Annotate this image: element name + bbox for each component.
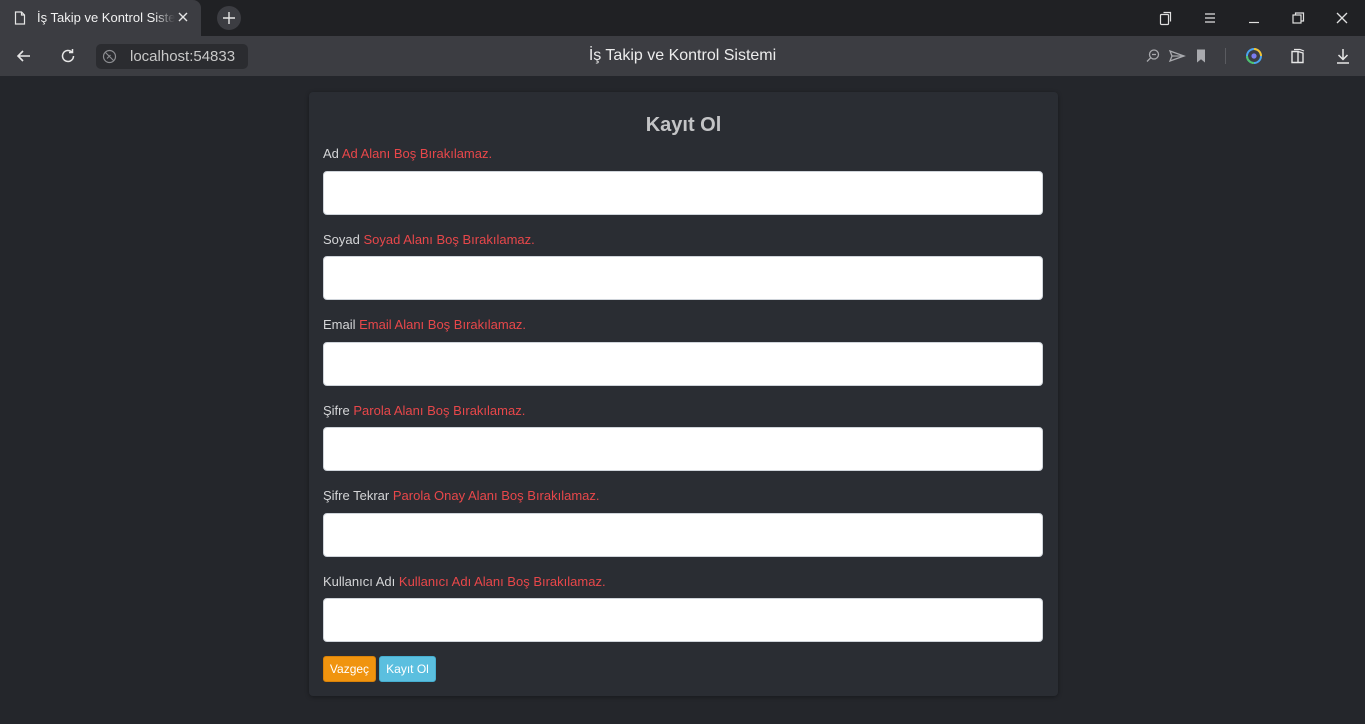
collections-icon[interactable]: [1158, 10, 1174, 26]
label-text: Kullanıcı Adı: [323, 574, 396, 589]
extensions-icon[interactable]: [1288, 46, 1308, 66]
validation-error: Email Alanı Boş Bırakılamaz.: [359, 317, 527, 332]
site-info-icon[interactable]: [102, 49, 117, 64]
field-label-sifre: Şifre Parola Alanı Boş Bırakılamaz.: [323, 403, 525, 418]
register-button[interactable]: Kayıt Ol: [379, 656, 436, 682]
label-text: Email: [323, 317, 356, 332]
field-label-soyad: Soyad Soyad Alanı Boş Bırakılamaz.: [323, 232, 535, 247]
toolbar-separator: [1225, 48, 1226, 64]
new-tab-button[interactable]: [217, 6, 241, 30]
close-window-icon[interactable]: [1334, 10, 1350, 26]
page-icon: [14, 11, 26, 25]
address-bar[interactable]: localhost:54833: [96, 44, 248, 69]
field-label-email: Email Email Alanı Boş Bırakılamaz.: [323, 317, 526, 332]
field-label-ad: Ad Ad Alanı Boş Bırakılamaz.: [323, 146, 492, 161]
password-input[interactable]: [323, 427, 1043, 471]
form-title: Kayıt Ol: [645, 114, 722, 136]
browser-tab[interactable]: İş Takip ve Kontrol Sistemi: [0, 0, 201, 36]
label-text: Soyad: [323, 232, 360, 247]
restore-icon[interactable]: [1290, 10, 1306, 26]
validation-error: Kullanıcı Adı Alanı Boş Bırakılamaz.: [398, 574, 606, 589]
label-text: Şifre: [323, 403, 350, 418]
email-input[interactable]: [323, 342, 1043, 386]
label-text: Ad: [323, 146, 339, 161]
browser-toolbar: localhost:54833 İş Takip ve Kontrol Sist…: [0, 36, 1365, 76]
password-confirm-input[interactable]: [323, 513, 1043, 557]
zoom-icon[interactable]: [1143, 46, 1163, 66]
validation-error: Parola Onay Alanı Boş Bırakılamaz.: [392, 488, 600, 503]
close-icon[interactable]: [176, 10, 190, 24]
download-icon[interactable]: [1333, 46, 1353, 66]
menu-icon[interactable]: [1202, 10, 1218, 26]
field-label-kullanici-adi: Kullanıcı Adı Kullanıcı Adı Alanı Boş Bı…: [323, 574, 606, 589]
ad-input[interactable]: [323, 171, 1043, 215]
tab-title: İş Takip ve Kontrol Sistemi: [37, 10, 175, 25]
validation-error: Ad Alanı Boş Bırakılamaz.: [341, 146, 493, 161]
reload-icon[interactable]: [58, 46, 78, 66]
send-icon[interactable]: [1167, 46, 1187, 66]
field-label-sifre-tekrar: Şifre Tekrar Parola Onay Alanı Boş Bırak…: [323, 488, 600, 503]
bookmark-icon[interactable]: [1191, 46, 1211, 66]
tab-strip: İş Takip ve Kontrol Sistemi: [0, 0, 1365, 36]
url-text: localhost:54833: [130, 48, 236, 65]
label-text: Şifre Tekrar: [323, 488, 390, 503]
copilot-icon[interactable]: [1244, 46, 1264, 66]
soyad-input[interactable]: [323, 256, 1043, 300]
validation-error: Soyad Alanı Boş Bırakılamaz.: [363, 232, 535, 247]
validation-error: Parola Alanı Boş Bırakılamaz.: [353, 403, 526, 418]
register-card: Kayıt Ol Ad Ad Alanı Boş Bırakılamaz. So…: [309, 92, 1058, 696]
plus-icon: [223, 12, 235, 24]
back-icon[interactable]: [14, 46, 34, 66]
minimize-icon[interactable]: [1246, 10, 1262, 26]
cancel-button[interactable]: Vazgeç: [323, 656, 376, 682]
username-input[interactable]: [323, 598, 1043, 642]
